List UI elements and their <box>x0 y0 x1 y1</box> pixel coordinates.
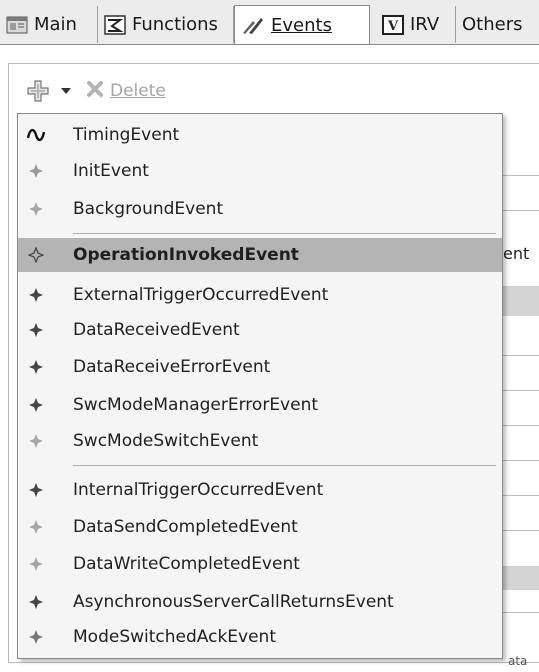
menu-item-data-write-completed-event[interactable]: DataWriteCompletedEvent <box>18 547 502 581</box>
background-table-line <box>500 390 539 391</box>
menu-item-label: InitEvent <box>73 161 149 181</box>
event-diamond-icon <box>27 162 45 180</box>
menu-item-label: ModeSwitchedAckEvent <box>73 627 276 647</box>
event-diamond-icon <box>27 286 45 304</box>
dropdown-arrow-icon[interactable] <box>60 86 72 96</box>
menu-item-label: DataReceiveErrorEvent <box>73 357 271 377</box>
delete-button[interactable]: Delete <box>86 80 166 103</box>
editor-tab-bar: Main Functions Events V IRV Others <box>0 0 539 45</box>
menu-item-label: OperationInvokedEvent <box>73 245 299 265</box>
svg-text:V: V <box>387 19 399 34</box>
background-selected-row <box>500 566 539 590</box>
background-table-line <box>500 355 539 356</box>
background-table-line <box>500 425 539 426</box>
timing-wave-icon <box>27 126 45 144</box>
menu-item-asynchronous-server-call-returns-event[interactable]: AsynchronousServerCallReturnsEvent <box>18 585 502 619</box>
background-table-line <box>500 495 539 496</box>
menu-item-swc-mode-manager-error-event[interactable]: SwcModeManagerErrorEvent <box>18 388 502 422</box>
menu-item-label: DataWriteCompletedEvent <box>73 554 300 574</box>
event-diamond-icon <box>27 593 45 611</box>
background-table-line <box>500 460 539 461</box>
menu-item-label: DataReceivedEvent <box>73 320 240 340</box>
tab-others[interactable]: Others <box>456 6 539 43</box>
irv-tab-icon: V <box>382 14 404 35</box>
tab-functions-label: Functions <box>132 14 218 35</box>
menu-item-internal-trigger-occurred-event[interactable]: InternalTriggerOccurredEvent <box>18 473 502 507</box>
event-diamond-icon <box>27 555 45 573</box>
event-diamond-icon <box>27 518 45 536</box>
menu-item-background-event[interactable]: BackgroundEvent <box>18 192 502 226</box>
background-table-line <box>500 210 539 211</box>
background-table-line <box>500 175 539 176</box>
event-diamond-icon <box>27 321 45 339</box>
menu-item-mode-switched-ack-event[interactable]: ModeSwitchedAckEvent <box>18 620 502 654</box>
tab-others-label: Others <box>462 14 523 35</box>
menu-item-label: TimingEvent <box>73 125 180 145</box>
event-diamond-icon <box>27 246 45 264</box>
event-diamond-icon <box>27 396 45 414</box>
menu-separator <box>73 465 496 466</box>
menu-item-label: ExternalTriggerOccurredEvent <box>73 285 329 305</box>
tab-main-label: Main <box>34 14 77 35</box>
tab-events[interactable]: Events <box>234 5 370 44</box>
event-type-menu: TimingEvent InitEvent BackgroundEvent Op… <box>17 113 503 659</box>
background-table-line <box>500 530 539 531</box>
menu-item-data-send-completed-event[interactable]: DataSendCompletedEvent <box>18 510 502 544</box>
events-toolbar: Delete <box>26 76 166 106</box>
background-table-line <box>500 612 539 613</box>
menu-item-label: DataSendCompletedEvent <box>73 517 298 537</box>
functions-tab-icon <box>104 14 126 35</box>
background-table-header-row <box>500 286 539 316</box>
menu-item-operation-invoked-event[interactable]: OperationInvokedEvent <box>18 238 502 272</box>
tab-irv[interactable]: V IRV <box>370 6 456 43</box>
menu-item-label: SwcModeSwitchEvent <box>73 431 259 451</box>
background-column-header: ent <box>503 244 530 263</box>
menu-item-data-receive-error-event[interactable]: DataReceiveErrorEvent <box>18 350 502 384</box>
events-editor-window: Main Functions Events V IRV Others Delet… <box>0 0 539 672</box>
menu-item-init-event[interactable]: InitEvent <box>18 154 502 188</box>
add-event-icon[interactable] <box>26 79 50 103</box>
menu-item-data-received-event[interactable]: DataReceivedEvent <box>18 313 502 347</box>
menu-item-label: InternalTriggerOccurredEvent <box>73 480 324 500</box>
event-diamond-icon <box>27 481 45 499</box>
event-diamond-icon <box>27 358 45 376</box>
events-tab-icon <box>241 15 265 35</box>
event-diamond-icon <box>27 200 45 218</box>
event-diamond-icon <box>27 432 45 450</box>
tab-functions[interactable]: Functions <box>98 6 234 43</box>
menu-separator <box>73 233 496 234</box>
background-bottom-fragment: ata <box>508 654 528 668</box>
menu-item-external-trigger-occurred-event[interactable]: ExternalTriggerOccurredEvent <box>18 278 502 312</box>
menu-item-label: SwcModeManagerErrorEvent <box>73 395 319 415</box>
menu-item-label: BackgroundEvent <box>73 199 224 219</box>
tab-irv-label: IRV <box>410 14 440 35</box>
main-tab-icon <box>6 15 28 35</box>
event-diamond-icon <box>27 628 45 646</box>
delete-label: Delete <box>110 81 166 101</box>
menu-item-timing-event[interactable]: TimingEvent <box>18 118 502 152</box>
tab-main[interactable]: Main <box>0 6 98 43</box>
menu-item-swc-mode-switch-event[interactable]: SwcModeSwitchEvent <box>18 424 502 458</box>
delete-x-icon <box>86 80 104 103</box>
menu-item-label: AsynchronousServerCallReturnsEvent <box>73 592 394 612</box>
tab-events-label: Events <box>271 14 332 36</box>
